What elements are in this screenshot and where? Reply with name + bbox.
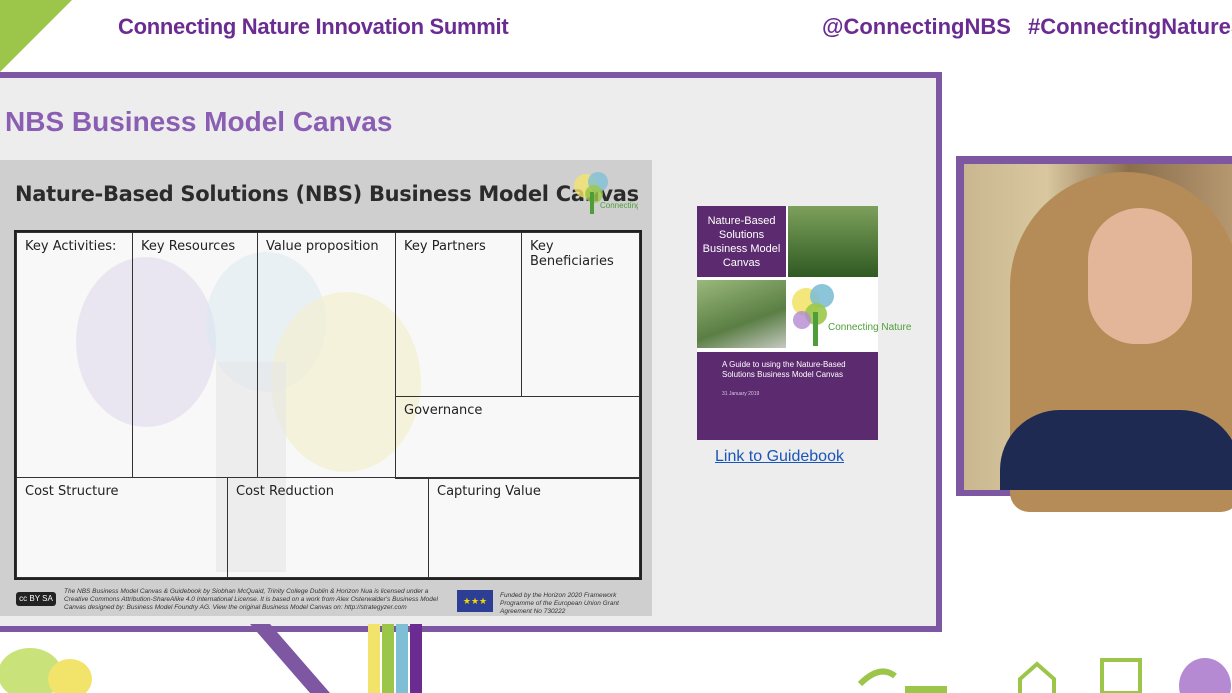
speaker-shirt <box>1000 410 1232 490</box>
speaker-face <box>1088 208 1192 344</box>
cell-label: Key Partners <box>404 239 486 254</box>
guidebook-logo-text: Connecting Nature <box>828 322 912 333</box>
canvas-grid: Key Activities: Key Resources Value prop… <box>14 230 642 580</box>
cell-label: Cost Structure <box>25 484 119 499</box>
cell-label: Cost Reduction <box>236 484 335 499</box>
cell-label: Key Activities: <box>25 239 117 254</box>
house-icon <box>1018 661 1056 693</box>
cell-key-resources: Key Resources <box>132 232 258 478</box>
cell-governance: Governance <box>395 396 640 479</box>
ground-bar <box>905 686 947 693</box>
stripe-blue <box>396 624 408 693</box>
event-hashtag: #ConnectingNatureS <box>1028 14 1232 39</box>
cell-key-beneficiaries: Key Beneficiaries <box>521 232 640 397</box>
funding-note: Funded by the Horizon 2020 Framework Pro… <box>500 592 619 615</box>
canvas-title: Nature-Based Solutions (NBS) Business Mo… <box>15 182 639 206</box>
tree-logo-icon <box>792 284 834 346</box>
cell-label: Capturing Value <box>437 484 541 499</box>
guidebook-logo <box>788 280 878 348</box>
logo-text: Connecting Nature <box>600 201 638 210</box>
slide-heading: NBS Business Model Canvas <box>5 106 393 137</box>
guidebook-date: 31 January 2019 <box>722 391 760 397</box>
cell-value-proposition: Value proposition <box>257 232 396 478</box>
guidebook-cover-title: Nature-Based Solutions Business Model Ca… <box>697 206 786 277</box>
event-title: Connecting Nature Innovation Summit <box>118 14 509 39</box>
cell-label: Governance <box>404 403 483 418</box>
building-icon <box>1100 658 1142 693</box>
stripe-yellow <box>368 624 380 693</box>
connecting-nature-logo: Connecting Nature <box>574 172 638 214</box>
guidebook-photo-garden <box>697 280 786 348</box>
cell-capturing-value: Capturing Value <box>428 477 640 578</box>
twitter-handle: @ConnectingNBS <box>822 14 1011 39</box>
cell-key-activities: Key Activities: <box>16 232 133 478</box>
cell-label: Value proposition <box>266 239 379 254</box>
sprout-icon <box>857 668 897 687</box>
guidebook-photo-seedling <box>788 206 878 277</box>
purple-stripe <box>250 624 330 693</box>
corner-decoration <box>0 0 72 72</box>
eu-flag-icon: ★★★ <box>457 590 493 612</box>
guidebook-link[interactable]: Link to Guidebook <box>715 448 844 466</box>
cell-label: Key Resources <box>141 239 236 254</box>
stripe-purple <box>410 624 422 693</box>
cell-cost-reduction: Cost Reduction <box>227 477 429 578</box>
cell-key-partners: Key Partners <box>395 232 522 397</box>
canvas-credits: The NBS Business Model Canvas & Guideboo… <box>64 588 438 611</box>
cell-cost-structure: Cost Structure <box>16 477 228 578</box>
guidebook-subtitle: A Guide to using the Nature-Based Soluti… <box>722 360 846 379</box>
stripe-green <box>382 624 394 693</box>
cell-label: Key Beneficiaries <box>530 239 614 269</box>
leaf-shape <box>1179 658 1231 693</box>
creative-commons-badge: cc BY SA <box>16 592 56 606</box>
bottom-decoration <box>0 624 1231 693</box>
